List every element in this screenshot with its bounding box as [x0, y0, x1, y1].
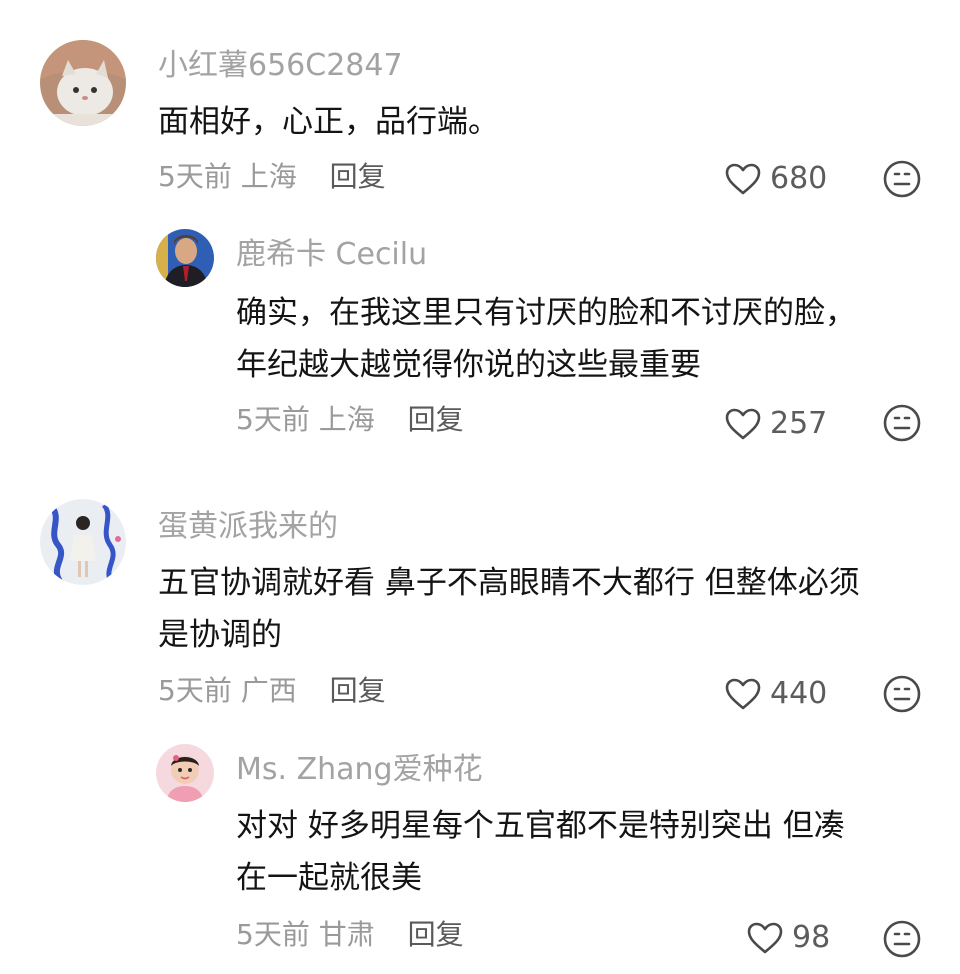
like-button[interactable]: 257 [724, 406, 827, 442]
comment-text-line: 五官协调就好看 鼻子不高眼睛不大都行 但整体必须 [158, 565, 860, 601]
comment-text-line: 年纪越大越觉得你说的这些最重要 [236, 347, 701, 383]
avatar[interactable] [40, 40, 126, 126]
like-button[interactable]: 98 [746, 920, 830, 956]
comment-meta: 5天前 甘肃 回复 [236, 918, 464, 952]
neutral-face-icon [883, 160, 921, 198]
like-button[interactable]: 680 [724, 161, 827, 197]
comment-time: 5天前 [236, 403, 310, 436]
like-count: 98 [792, 920, 831, 955]
comment-text: 对对 好多明星每个五官都不是特别突出 但凑 在一起就很美 [236, 800, 845, 904]
comment-time: 5天前 [236, 918, 310, 951]
like-count: 440 [770, 676, 828, 711]
reply-button[interactable]: 回复 [408, 918, 464, 951]
like-count: 257 [770, 406, 828, 441]
comment-text-line: 是协调的 [158, 617, 282, 653]
heart-outline-icon [725, 678, 761, 710]
reply-button[interactable]: 回复 [330, 674, 386, 707]
comment-location: 甘肃 [318, 918, 375, 951]
comment-time: 5天前 [158, 160, 232, 193]
comment-text-line: 面相好，心正，品行端。 [158, 104, 499, 140]
avatar[interactable] [40, 499, 126, 585]
comment-meta: 5天前 广西 回复 [158, 674, 386, 708]
comment-text: 面相好，心正，品行端。 [158, 96, 499, 148]
neutral-face-icon [883, 404, 921, 442]
comment-location: 上海 [240, 160, 297, 193]
reply-button[interactable]: 回复 [408, 403, 464, 436]
dislike-button[interactable] [882, 674, 922, 714]
heart-outline-icon [747, 922, 783, 954]
comment-meta: 5天前 上海 回复 [236, 403, 464, 437]
comment-text: 五官协调就好看 鼻子不高眼睛不大都行 但整体必须 是协调的 [158, 557, 860, 661]
heart-outline-icon [725, 408, 761, 440]
like-button[interactable]: 440 [724, 676, 827, 712]
username[interactable]: 蛋黄派我来的 [158, 509, 338, 545]
username[interactable]: 小红薯656C2847 [158, 48, 403, 84]
username[interactable]: 鹿希卡 Cecilu [236, 237, 427, 273]
comment-text-line: 确实，在我这里只有讨厌的脸和不讨厌的脸， [236, 295, 856, 331]
comment-time: 5天前 [158, 674, 232, 707]
neutral-face-icon [883, 920, 921, 958]
reply-button[interactable]: 回复 [330, 160, 386, 193]
comment-location: 上海 [318, 403, 375, 436]
comment-location: 广西 [240, 674, 297, 707]
dislike-button[interactable] [882, 403, 922, 443]
dislike-button[interactable] [882, 919, 922, 959]
avatar[interactable] [156, 229, 214, 287]
dislike-button[interactable] [882, 159, 922, 199]
like-count: 680 [770, 161, 828, 196]
avatar[interactable] [156, 744, 214, 802]
comment-text: 确实，在我这里只有讨厌的脸和不讨厌的脸， 年纪越大越觉得你说的这些最重要 [236, 287, 856, 391]
comment-text-line: 对对 好多明星每个五官都不是特别突出 但凑 [236, 808, 845, 844]
comment-text-line: 在一起就很美 [236, 860, 422, 896]
neutral-face-icon [883, 675, 921, 713]
heart-outline-icon [725, 163, 761, 195]
username[interactable]: Ms. Zhang爱种花 [236, 752, 483, 788]
comment-meta: 5天前 上海 回复 [158, 160, 386, 194]
